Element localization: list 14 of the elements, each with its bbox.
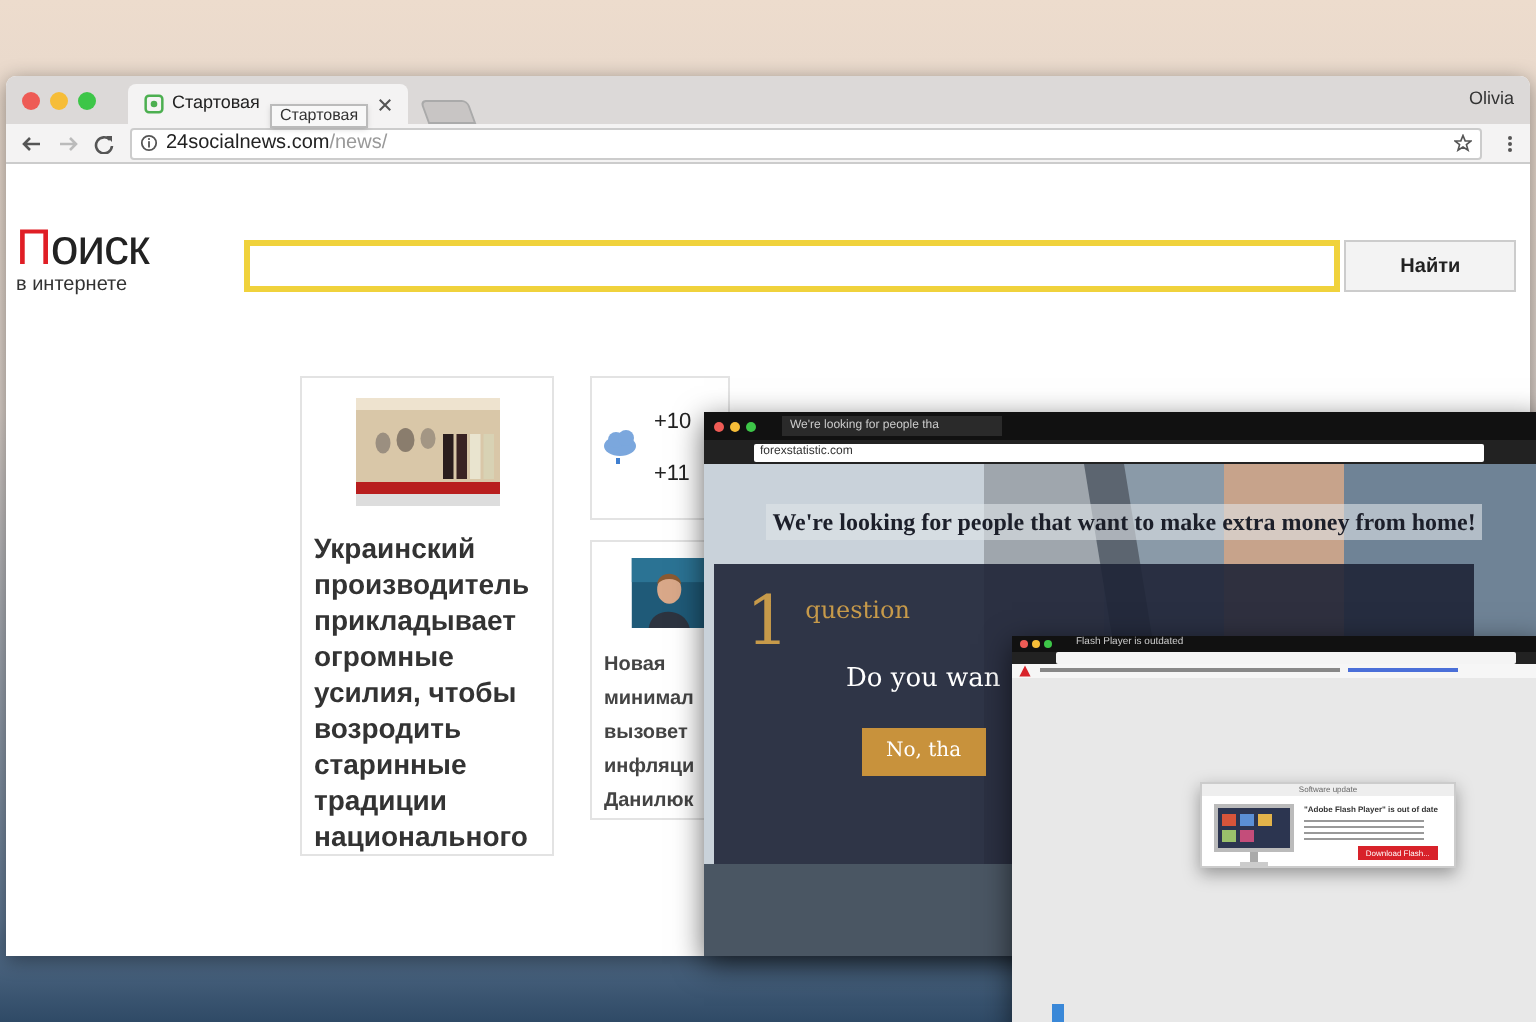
logo-text: оиск [50,224,149,274]
tab-title: Стартовая [172,90,260,117]
headline-line: инфляци [604,754,697,782]
temperature: +10 [654,407,692,437]
url-path: /news/ [329,130,388,158]
logo-initial: П [16,224,51,274]
url-host: 24socialnews.com [166,130,330,158]
headline-line: минимал [604,686,696,714]
headline-line: вызовет [604,720,690,748]
headline-line: Новая [604,652,668,680]
tooltip: Стартовая [270,104,369,128]
logo-tagline: в интернете [16,276,130,296]
headline-line: Данилюк [604,788,696,816]
temperature: +11 [654,460,692,490]
